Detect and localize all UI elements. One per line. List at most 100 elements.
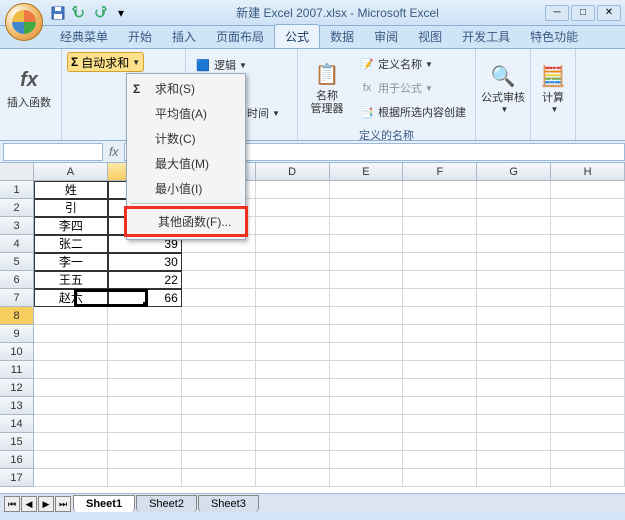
name-box[interactable] — [3, 143, 103, 161]
cell[interactable] — [256, 217, 330, 235]
cell[interactable] — [34, 415, 108, 433]
cell[interactable]: 李四 — [34, 217, 108, 235]
cell[interactable] — [330, 181, 404, 199]
tab-页面布局[interactable]: 页面布局 — [206, 25, 274, 48]
row-header-5[interactable]: 5 — [0, 253, 34, 271]
cell[interactable]: 姓 — [34, 181, 108, 199]
cell[interactable] — [330, 415, 404, 433]
cell[interactable]: 引 — [34, 199, 108, 217]
cell[interactable] — [330, 361, 404, 379]
tab-nav-prev[interactable]: ◀ — [21, 496, 37, 512]
row-header-11[interactable]: 11 — [0, 361, 34, 379]
cell[interactable] — [108, 433, 182, 451]
cell[interactable] — [403, 199, 477, 217]
tab-数据[interactable]: 数据 — [320, 25, 364, 48]
cell[interactable] — [108, 361, 182, 379]
cell[interactable] — [551, 343, 625, 361]
cell[interactable] — [182, 271, 256, 289]
save-icon[interactable] — [49, 4, 67, 22]
cell[interactable]: 30 — [108, 253, 182, 271]
maximize-button[interactable]: □ — [571, 5, 595, 21]
cell[interactable]: 赵六 — [34, 289, 108, 307]
fx-label-icon[interactable]: fx — [103, 145, 124, 159]
col-header-F[interactable]: F — [403, 163, 477, 181]
row-header-3[interactable]: 3 — [0, 217, 34, 235]
cell[interactable] — [551, 415, 625, 433]
cell[interactable] — [256, 235, 330, 253]
cell[interactable]: 李一 — [34, 253, 108, 271]
cell[interactable] — [403, 181, 477, 199]
cell[interactable] — [403, 379, 477, 397]
row-header-15[interactable]: 15 — [0, 433, 34, 451]
cell[interactable] — [330, 307, 404, 325]
cell[interactable] — [403, 397, 477, 415]
cell[interactable] — [34, 361, 108, 379]
cell[interactable] — [477, 379, 551, 397]
row-header-7[interactable]: 7 — [0, 289, 34, 307]
cell[interactable] — [182, 361, 256, 379]
cell[interactable] — [182, 469, 256, 487]
row-header-10[interactable]: 10 — [0, 343, 34, 361]
cell[interactable] — [330, 433, 404, 451]
cell[interactable] — [256, 307, 330, 325]
autosum-menu-item[interactable]: 最小值(I) — [127, 176, 245, 201]
qat-dropdown-icon[interactable]: ▾ — [112, 4, 130, 22]
cell[interactable] — [477, 307, 551, 325]
cell[interactable] — [182, 433, 256, 451]
cell[interactable] — [551, 253, 625, 271]
cell[interactable] — [477, 235, 551, 253]
tab-开始[interactable]: 开始 — [118, 25, 162, 48]
cell[interactable] — [477, 289, 551, 307]
tab-视图[interactable]: 视图 — [408, 25, 452, 48]
cell[interactable] — [403, 451, 477, 469]
cell[interactable] — [34, 469, 108, 487]
tab-nav-next[interactable]: ▶ — [38, 496, 54, 512]
tab-特色功能[interactable]: 特色功能 — [520, 25, 588, 48]
cell[interactable] — [330, 235, 404, 253]
cell[interactable] — [403, 433, 477, 451]
cell[interactable] — [182, 451, 256, 469]
cell[interactable] — [477, 469, 551, 487]
cell[interactable] — [551, 451, 625, 469]
row-header-2[interactable]: 2 — [0, 199, 34, 217]
cell[interactable] — [256, 271, 330, 289]
cell[interactable] — [330, 397, 404, 415]
cell[interactable] — [34, 325, 108, 343]
cell[interactable] — [256, 433, 330, 451]
cell[interactable] — [256, 397, 330, 415]
cell[interactable] — [551, 469, 625, 487]
cell[interactable] — [551, 361, 625, 379]
tab-nav-first[interactable]: ⏮ — [4, 496, 20, 512]
cell[interactable] — [108, 415, 182, 433]
cell[interactable] — [256, 451, 330, 469]
row-header-17[interactable]: 17 — [0, 469, 34, 487]
cell[interactable] — [182, 343, 256, 361]
cell[interactable] — [256, 289, 330, 307]
cell[interactable] — [34, 307, 108, 325]
row-header-8[interactable]: 8 — [0, 307, 34, 325]
cell[interactable] — [403, 343, 477, 361]
cell[interactable] — [256, 325, 330, 343]
worksheet-grid[interactable]: ABCDEFGH 1234567891011121314151617 姓引李四1… — [0, 163, 625, 493]
cell[interactable] — [477, 361, 551, 379]
cell[interactable] — [108, 469, 182, 487]
cell[interactable] — [477, 415, 551, 433]
cell[interactable] — [108, 451, 182, 469]
cell[interactable] — [330, 271, 404, 289]
define-name-button[interactable]: 📝定义名称▼ — [355, 54, 470, 74]
cell[interactable] — [551, 217, 625, 235]
cell[interactable] — [34, 433, 108, 451]
cell[interactable] — [403, 289, 477, 307]
autosum-button[interactable]: Σ 自动求和 ▼ — [67, 52, 144, 72]
cell[interactable]: 66 — [108, 289, 182, 307]
row-header-14[interactable]: 14 — [0, 415, 34, 433]
cell[interactable] — [403, 361, 477, 379]
cell[interactable] — [403, 253, 477, 271]
cell[interactable] — [182, 415, 256, 433]
insert-function-button[interactable]: fx 插入函数 — [5, 52, 53, 122]
cell[interactable] — [477, 433, 551, 451]
cell[interactable] — [551, 289, 625, 307]
tab-nav-last[interactable]: ⏭ — [55, 496, 71, 512]
autosum-menu-item[interactable]: 其他函数(F)... — [124, 206, 248, 237]
cell[interactable] — [330, 469, 404, 487]
